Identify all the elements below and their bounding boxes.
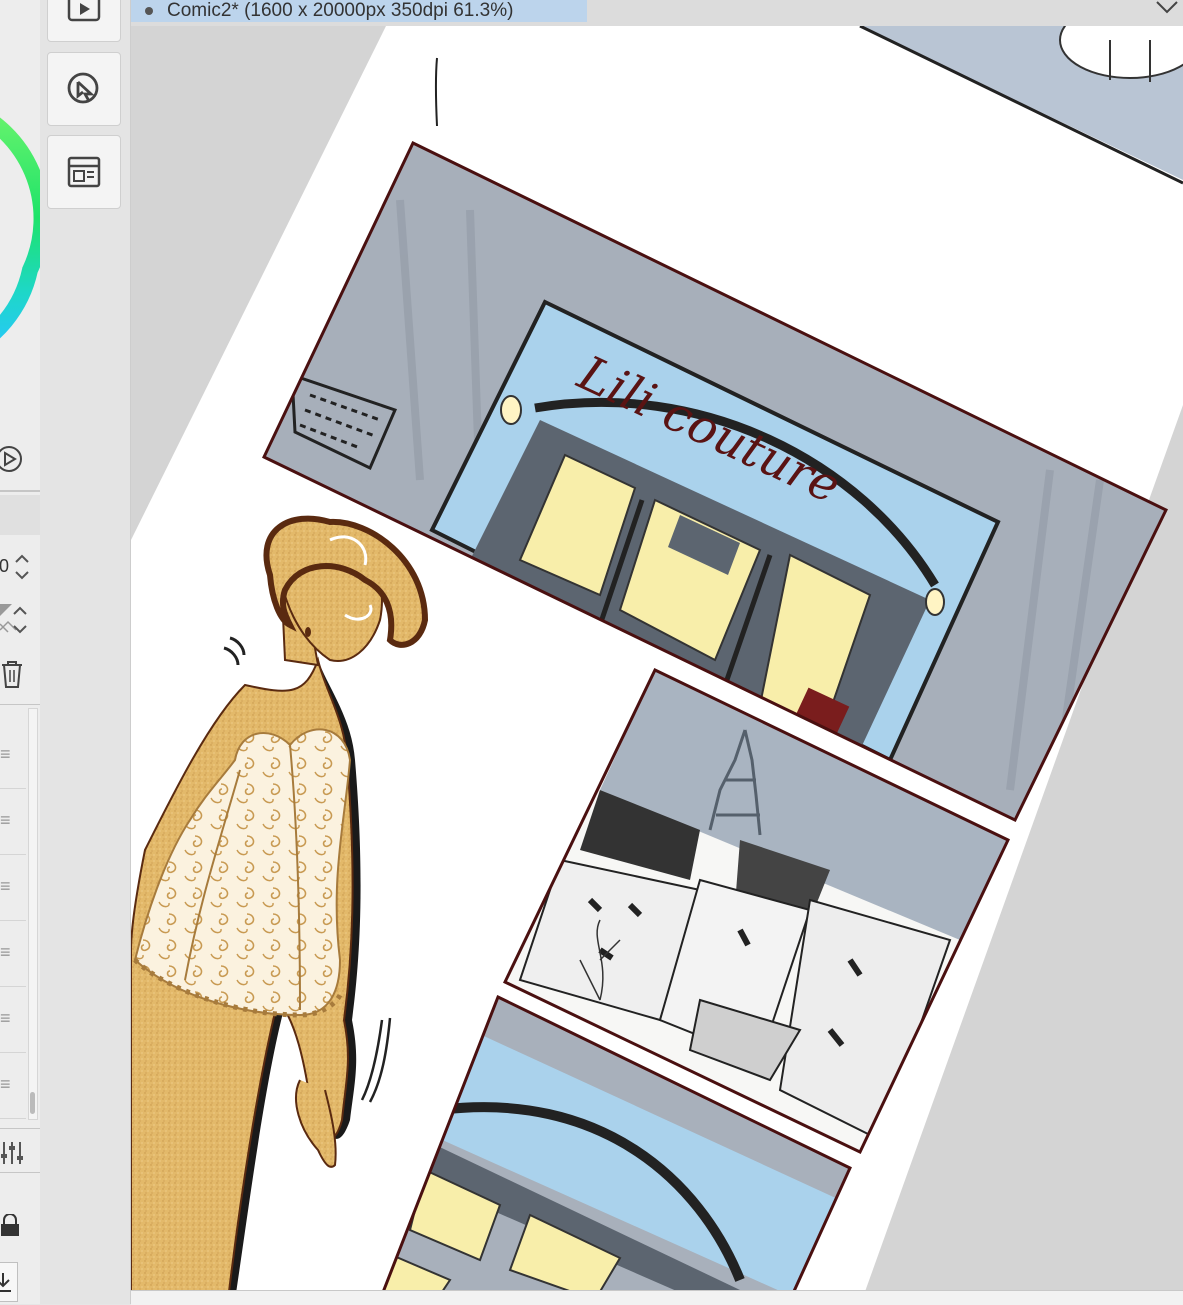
- layout-button[interactable]: [47, 135, 121, 209]
- earring: [305, 627, 311, 637]
- layout-panel-icon: [67, 156, 101, 188]
- layer-scrollbar[interactable]: [28, 708, 38, 1120]
- animation-play-button[interactable]: [47, 0, 121, 42]
- panel-divider: [0, 1172, 40, 1173]
- panel-divider: [0, 1128, 40, 1129]
- canvas-area[interactable]: Lili couture: [131, 26, 1183, 1290]
- tool-strip: [40, 0, 131, 1304]
- spinner-value[interactable]: 0: [0, 556, 9, 577]
- comic-canvas[interactable]: Lili couture: [131, 26, 1183, 1290]
- spinner-arrows-icon[interactable]: [0, 604, 30, 638]
- horizontal-scrollbar[interactable]: [131, 1290, 1183, 1305]
- lock-icon[interactable]: [0, 1214, 20, 1238]
- drag-handle-icon[interactable]: ≡: [0, 876, 11, 897]
- drag-handle-icon[interactable]: ≡: [0, 1008, 11, 1029]
- layer-row[interactable]: ≡: [0, 986, 26, 1053]
- layer-scrollbar-thumb[interactable]: [30, 1092, 35, 1114]
- modified-dot-icon: [145, 7, 153, 15]
- chevron-down-icon[interactable]: [1153, 0, 1181, 20]
- drag-handle-icon[interactable]: ≡: [0, 744, 11, 765]
- drag-handle-icon[interactable]: ≡: [0, 1074, 11, 1095]
- spinner-arrows-icon[interactable]: [14, 552, 30, 582]
- panel-divider: [0, 704, 40, 705]
- layer-row[interactable]: ≡: [0, 722, 26, 789]
- layer-row[interactable]: ≡: [0, 854, 26, 921]
- cursor-circle-icon: [67, 72, 99, 104]
- drag-handle-icon[interactable]: ≡: [0, 942, 11, 963]
- color-wheel[interactable]: [0, 90, 40, 380]
- play-circle-icon[interactable]: [0, 444, 24, 474]
- animation-play-icon: [67, 0, 101, 22]
- layer-row[interactable]: ≡: [0, 1052, 26, 1119]
- ink-stroke: [434, 57, 438, 127]
- layer-row[interactable]: ≡: [0, 920, 26, 987]
- download-icon: [0, 1273, 11, 1292]
- left-panel: 0 ≡ ≡ ≡ ≡ ≡ ≡: [0, 0, 41, 1304]
- panel-divider: [0, 490, 40, 492]
- download-button[interactable]: [0, 1262, 18, 1302]
- document-tab-title: Comic2* (1600 x 20000px 350dpi 61.3%): [167, 0, 514, 21]
- adjust-sliders-icon[interactable]: [0, 1140, 24, 1166]
- trash-icon[interactable]: [0, 660, 24, 690]
- drag-handle-icon[interactable]: ≡: [0, 810, 11, 831]
- panel-header-strip: [0, 495, 40, 535]
- document-tab-bar: Comic2* (1600 x 20000px 350dpi 61.3%): [131, 0, 1183, 27]
- cursor-select-button[interactable]: [47, 52, 121, 126]
- layer-row[interactable]: ≡: [0, 788, 26, 855]
- document-tab[interactable]: Comic2* (1600 x 20000px 350dpi 61.3%): [131, 0, 587, 22]
